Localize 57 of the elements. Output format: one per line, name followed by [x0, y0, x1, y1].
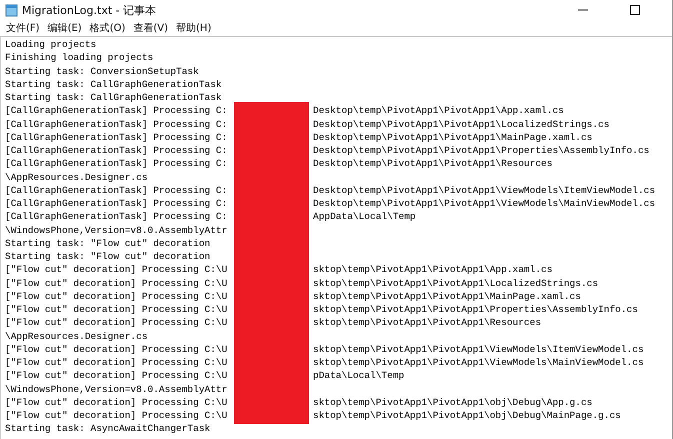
log-line: Starting task: CallGraphGenerationTask: [5, 91, 222, 104]
log-line: [CallGraphGenerationTask] Processing C:: [5, 104, 228, 118]
maximize-icon[interactable]: [630, 5, 640, 15]
log-line: [CallGraphGenerationTask] Processing C:: [5, 184, 228, 197]
log-line: pData\Local\Temp: [313, 369, 404, 382]
log-line: Starting task: ConversionSetupTask: [5, 64, 199, 78]
log-line: sktop\temp\PivotApp1\PivotApp1\obj\Debug\App.g.cs: [313, 396, 592, 409]
log-line: [CallGraphGenerationTask] Processing C:: [5, 197, 228, 210]
log-line: ["Flow cut" decoration] Processing C:\U: [5, 316, 228, 330]
log-line: ["Flow cut" decoration] Processing C:\U: [5, 409, 228, 422]
log-line: ["Flow cut" decoration] Processing C:\U: [5, 356, 228, 370]
log-line: ["Flow cut" decoration] Processing C:\U: [5, 342, 228, 356]
menu-item[interactable]: 帮助(H): [173, 20, 214, 34]
log-line: Desktop\temp\PivotApp1\PivotApp1\ViewModels\MainViewModel.cs: [313, 197, 656, 210]
log-line: Starting task: CallGraphGenerationTask: [5, 78, 222, 91]
text-editor[interactable]: [0, 36, 672, 439]
log-line: Starting task: "Flow cut" decoration: [5, 236, 210, 250]
menu-item[interactable]: 查看(V): [130, 20, 172, 34]
menu-item[interactable]: 文件(F): [3, 20, 43, 34]
log-line: \WindowsPhone,Version=v8.0.AssemblyAttr: [5, 224, 228, 237]
log-line: Loading projects: [5, 38, 96, 52]
log-line: \AppResources.Designer.cs: [5, 330, 148, 343]
log-line: Desktop\temp\PivotApp1\PivotApp1\LocalizedStrings.cs: [313, 118, 610, 131]
log-line: ["Flow cut" decoration] Processing C:\U: [5, 396, 228, 409]
log-line: [CallGraphGenerationTask] Processing C:: [5, 118, 228, 131]
log-line: \AppResources.Designer.cs: [5, 170, 148, 184]
log-line: sktop\temp\PivotApp1\PivotApp1\LocalizedStrings.cs: [313, 276, 598, 290]
log-line: [CallGraphGenerationTask] Processing C:: [5, 144, 228, 158]
log-line: Desktop\temp\PivotApp1\PivotApp1\MainPage.xaml.cs: [313, 130, 592, 144]
log-line: \WindowsPhone,Version=v8.0.AssemblyAttr: [5, 382, 228, 396]
log-line: sktop\temp\PivotApp1\PivotApp1\MainPage.xaml.cs: [313, 290, 581, 303]
log-line: ["Flow cut" decoration] Processing C:\U: [5, 263, 228, 276]
log-line: sktop\temp\PivotApp1\PivotApp1\Resources: [313, 316, 542, 330]
log-line: [CallGraphGenerationTask] Processing C:: [5, 130, 228, 144]
log-line: ["Flow cut" decoration] Processing C:\U: [5, 276, 228, 290]
log-line: sktop\temp\PivotApp1\PivotApp1\ViewModels\ItemViewModel.cs: [313, 342, 644, 356]
log-line: ["Flow cut" decoration] Processing C:\U: [5, 369, 228, 382]
log-line: Starting task: AsyncAwaitChangerTask: [5, 422, 210, 436]
log-line: AppData\Local\Temp: [313, 210, 416, 224]
log-line: Desktop\temp\PivotApp1\PivotApp1\Resources: [313, 157, 552, 170]
log-line: Desktop\temp\PivotApp1\PivotApp1\Properties\AssemblyInfo.cs: [313, 144, 650, 158]
menu-item[interactable]: 编辑(E): [44, 20, 85, 34]
log-line: sktop\temp\PivotApp1\PivotApp1\obj\Debug\MainPage.g.cs: [313, 409, 621, 422]
log-line: Desktop\temp\PivotApp1\PivotApp1\App.xaml.cs: [313, 104, 564, 118]
notepad-icon: [5, 4, 18, 16]
log-line: Finishing loading projects: [5, 51, 154, 64]
log-line: [CallGraphGenerationTask] Processing C:: [5, 157, 228, 170]
log-line: sktop\temp\PivotApp1\PivotApp1\Properties\AssemblyInfo.cs: [313, 303, 638, 316]
log-line: sktop\temp\PivotApp1\PivotApp1\ViewModels\MainViewModel.cs: [313, 356, 644, 370]
log-line: sktop\temp\PivotApp1\PivotApp1\App.xaml.cs: [313, 263, 552, 276]
log-line: ["Flow cut" decoration] Processing C:\U: [5, 303, 228, 316]
menu-item[interactable]: 格式(O): [86, 20, 128, 34]
log-line: Starting task: "Flow cut" decoration: [5, 250, 210, 264]
window-title: MigrationLog.txt - 记事本: [22, 2, 156, 18]
log-line: [CallGraphGenerationTask] Processing C:: [5, 210, 228, 224]
log-line: Desktop\temp\PivotApp1\PivotApp1\ViewModels\ItemViewModel.cs: [313, 184, 656, 197]
log-line: ["Flow cut" decoration] Processing C:\U: [5, 290, 228, 303]
